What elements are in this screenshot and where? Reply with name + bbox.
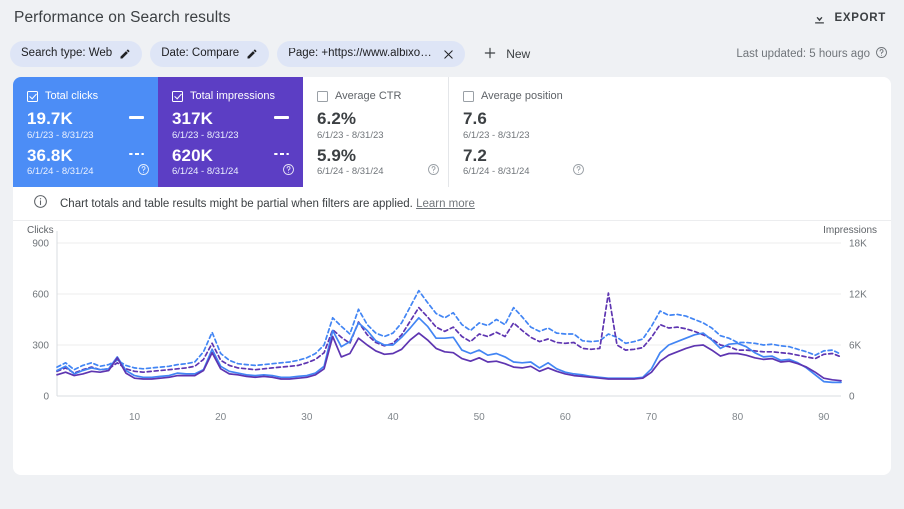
banner-text: Chart totals and table results might be … xyxy=(60,198,475,210)
metric-compare-value: 7.2 xyxy=(463,145,487,165)
y-axis-tick-label: 900 xyxy=(32,239,49,250)
metric-tiles-filler xyxy=(593,77,891,187)
x-axis-tick-label: 60 xyxy=(560,412,572,423)
metric-checkbox-total-impressions[interactable] xyxy=(172,91,183,102)
metric-name: Total clicks xyxy=(45,90,99,102)
metric-primary-row: 317K 6/1/23 - 8/31/23 xyxy=(172,109,303,142)
help-icon[interactable] xyxy=(427,163,440,181)
help-icon[interactable] xyxy=(572,163,585,181)
metric-header: Total clicks xyxy=(27,91,158,102)
metric-name: Average CTR xyxy=(335,90,402,102)
metric-tile-total-impressions[interactable]: Total impressions 317K 6/1/23 - 8/31/23 … xyxy=(158,77,303,187)
pencil-icon[interactable] xyxy=(246,48,258,60)
x-axis-tick-label: 90 xyxy=(818,412,830,423)
metric-primary-value: 7.6 xyxy=(463,109,487,128)
page-header: Performance on Search results EXPORT xyxy=(0,0,904,36)
chart-series-line xyxy=(56,292,842,374)
metric-header: Average position xyxy=(463,91,593,102)
metric-compare-range: 6/1/24 - 8/31/24 xyxy=(27,166,94,178)
x-axis-tick-label: 50 xyxy=(474,412,486,423)
metric-primary-range: 6/1/23 - 8/31/23 xyxy=(27,129,94,141)
metric-checkbox-total-clicks[interactable] xyxy=(27,91,38,102)
y2-axis-tick-label: 12K xyxy=(849,290,867,301)
metric-header: Average CTR xyxy=(317,91,448,102)
banner-message: Chart totals and table results might be … xyxy=(60,197,413,210)
metric-primary-value: 19.7K xyxy=(27,109,73,128)
last-updated: Last updated: 5 hours ago xyxy=(736,46,888,62)
metric-primary-range: 6/1/23 - 8/31/23 xyxy=(317,129,384,141)
metric-name: Total impressions xyxy=(190,90,275,102)
y2-axis-tick-label: 6K xyxy=(849,341,862,352)
metric-compare-range: 6/1/24 - 8/31/24 xyxy=(463,166,530,178)
legend-dashed-line-icon xyxy=(274,152,289,156)
metric-compare-value: 5.9% xyxy=(317,145,357,165)
metric-compare-value: 36.8K xyxy=(27,145,73,165)
page-title: Performance on Search results xyxy=(14,9,231,26)
plus-icon xyxy=(483,46,497,63)
metric-tile-total-clicks[interactable]: Total clicks 19.7K 6/1/23 - 8/31/23 36.8… xyxy=(13,77,158,187)
pencil-icon[interactable] xyxy=(119,48,131,60)
performance-chart: Clicks Impressions 0 300 600 900 0 6K 12K 18K 10… xyxy=(13,221,891,473)
metric-primary-value: 6.2% xyxy=(317,109,357,128)
metric-compare-range: 6/1/24 - 8/31/24 xyxy=(172,166,239,178)
metric-primary-range: 6/1/23 - 8/31/23 xyxy=(172,129,239,141)
x-axis-tick-label: 40 xyxy=(387,412,399,423)
x-axis-tick-label: 10 xyxy=(129,412,141,423)
metric-tiles: Total clicks 19.7K 6/1/23 - 8/31/23 36.8… xyxy=(13,77,891,187)
y2-axis-tick-label: 0 xyxy=(849,392,855,403)
metric-header: Total impressions xyxy=(172,91,303,102)
chart-canvas[interactable]: 0 300 600 900 0 6K 12K 18K 10 20 30 40 50 60 70 80 90 xyxy=(13,221,891,473)
metric-primary-row: 7.6 6/1/23 - 8/31/23 xyxy=(463,109,593,142)
filter-chip-date[interactable]: Date: Compare xyxy=(150,41,270,67)
filter-chip-date-label: Date: Compare xyxy=(161,47,240,60)
metric-tile-average-position[interactable]: Average position 7.6 6/1/23 - 8/31/23 7.… xyxy=(448,77,593,187)
filter-bar: Search type: Web Date: Compare Page: +ht… xyxy=(0,36,904,72)
filter-chip-page-label: Page: +https://www.albixon.... xyxy=(288,48,437,60)
filter-chip-page[interactable]: Page: +https://www.albixon.... xyxy=(277,41,466,67)
filters-partial-banner: Chart totals and table results might be … xyxy=(13,187,891,221)
y-axis-tick-label: 0 xyxy=(43,392,49,403)
learn-more-link[interactable]: Learn more xyxy=(416,198,475,210)
metric-tile-average-ctr[interactable]: Average CTR 6.2% 6/1/23 - 8/31/23 5.9% 6… xyxy=(303,77,448,187)
y-axis-tick-label: 300 xyxy=(32,341,49,352)
legend-solid-line-icon xyxy=(274,116,289,119)
metric-primary-row: 6.2% 6/1/23 - 8/31/23 xyxy=(317,109,448,142)
help-icon[interactable] xyxy=(875,46,888,62)
legend-solid-line-icon xyxy=(129,116,144,119)
performance-card: Total clicks 19.7K 6/1/23 - 8/31/23 36.8… xyxy=(13,77,891,475)
metric-compare-range: 6/1/24 - 8/31/24 xyxy=(317,166,384,178)
legend-dashed-line-icon xyxy=(129,152,144,156)
new-filter-label: New xyxy=(506,47,531,61)
metric-checkbox-average-position[interactable] xyxy=(463,91,474,102)
x-axis-tick-label: 30 xyxy=(301,412,313,423)
help-icon[interactable] xyxy=(282,163,295,181)
metric-compare-value: 620K xyxy=(172,145,214,165)
y-axis-tick-label: 600 xyxy=(32,290,49,301)
x-axis-tick-label: 20 xyxy=(215,412,227,423)
metric-checkbox-average-ctr[interactable] xyxy=(317,91,328,102)
last-updated-label: Last updated: 5 hours ago xyxy=(736,48,870,60)
y2-axis-tick-label: 18K xyxy=(849,239,867,250)
metric-primary-row: 19.7K 6/1/23 - 8/31/23 xyxy=(27,109,158,142)
filter-chip-search-type-label: Search type: Web xyxy=(21,47,113,60)
chart-series-line xyxy=(56,316,842,384)
export-label: EXPORT xyxy=(834,12,886,24)
new-filter-button[interactable]: New xyxy=(477,41,540,67)
metric-name: Average position xyxy=(481,90,563,102)
download-icon xyxy=(812,11,827,26)
chart-series-line xyxy=(56,289,842,371)
metric-primary-range: 6/1/23 - 8/31/23 xyxy=(463,129,530,141)
x-axis-tick-label: 80 xyxy=(732,412,744,423)
export-button[interactable]: EXPORT xyxy=(810,7,889,30)
help-icon[interactable] xyxy=(137,163,150,181)
x-axis-tick-label: 70 xyxy=(646,412,658,423)
filter-chip-search-type[interactable]: Search type: Web xyxy=(10,41,143,67)
info-icon xyxy=(33,194,48,214)
close-icon[interactable] xyxy=(443,49,454,60)
metric-primary-value: 317K xyxy=(172,109,214,128)
